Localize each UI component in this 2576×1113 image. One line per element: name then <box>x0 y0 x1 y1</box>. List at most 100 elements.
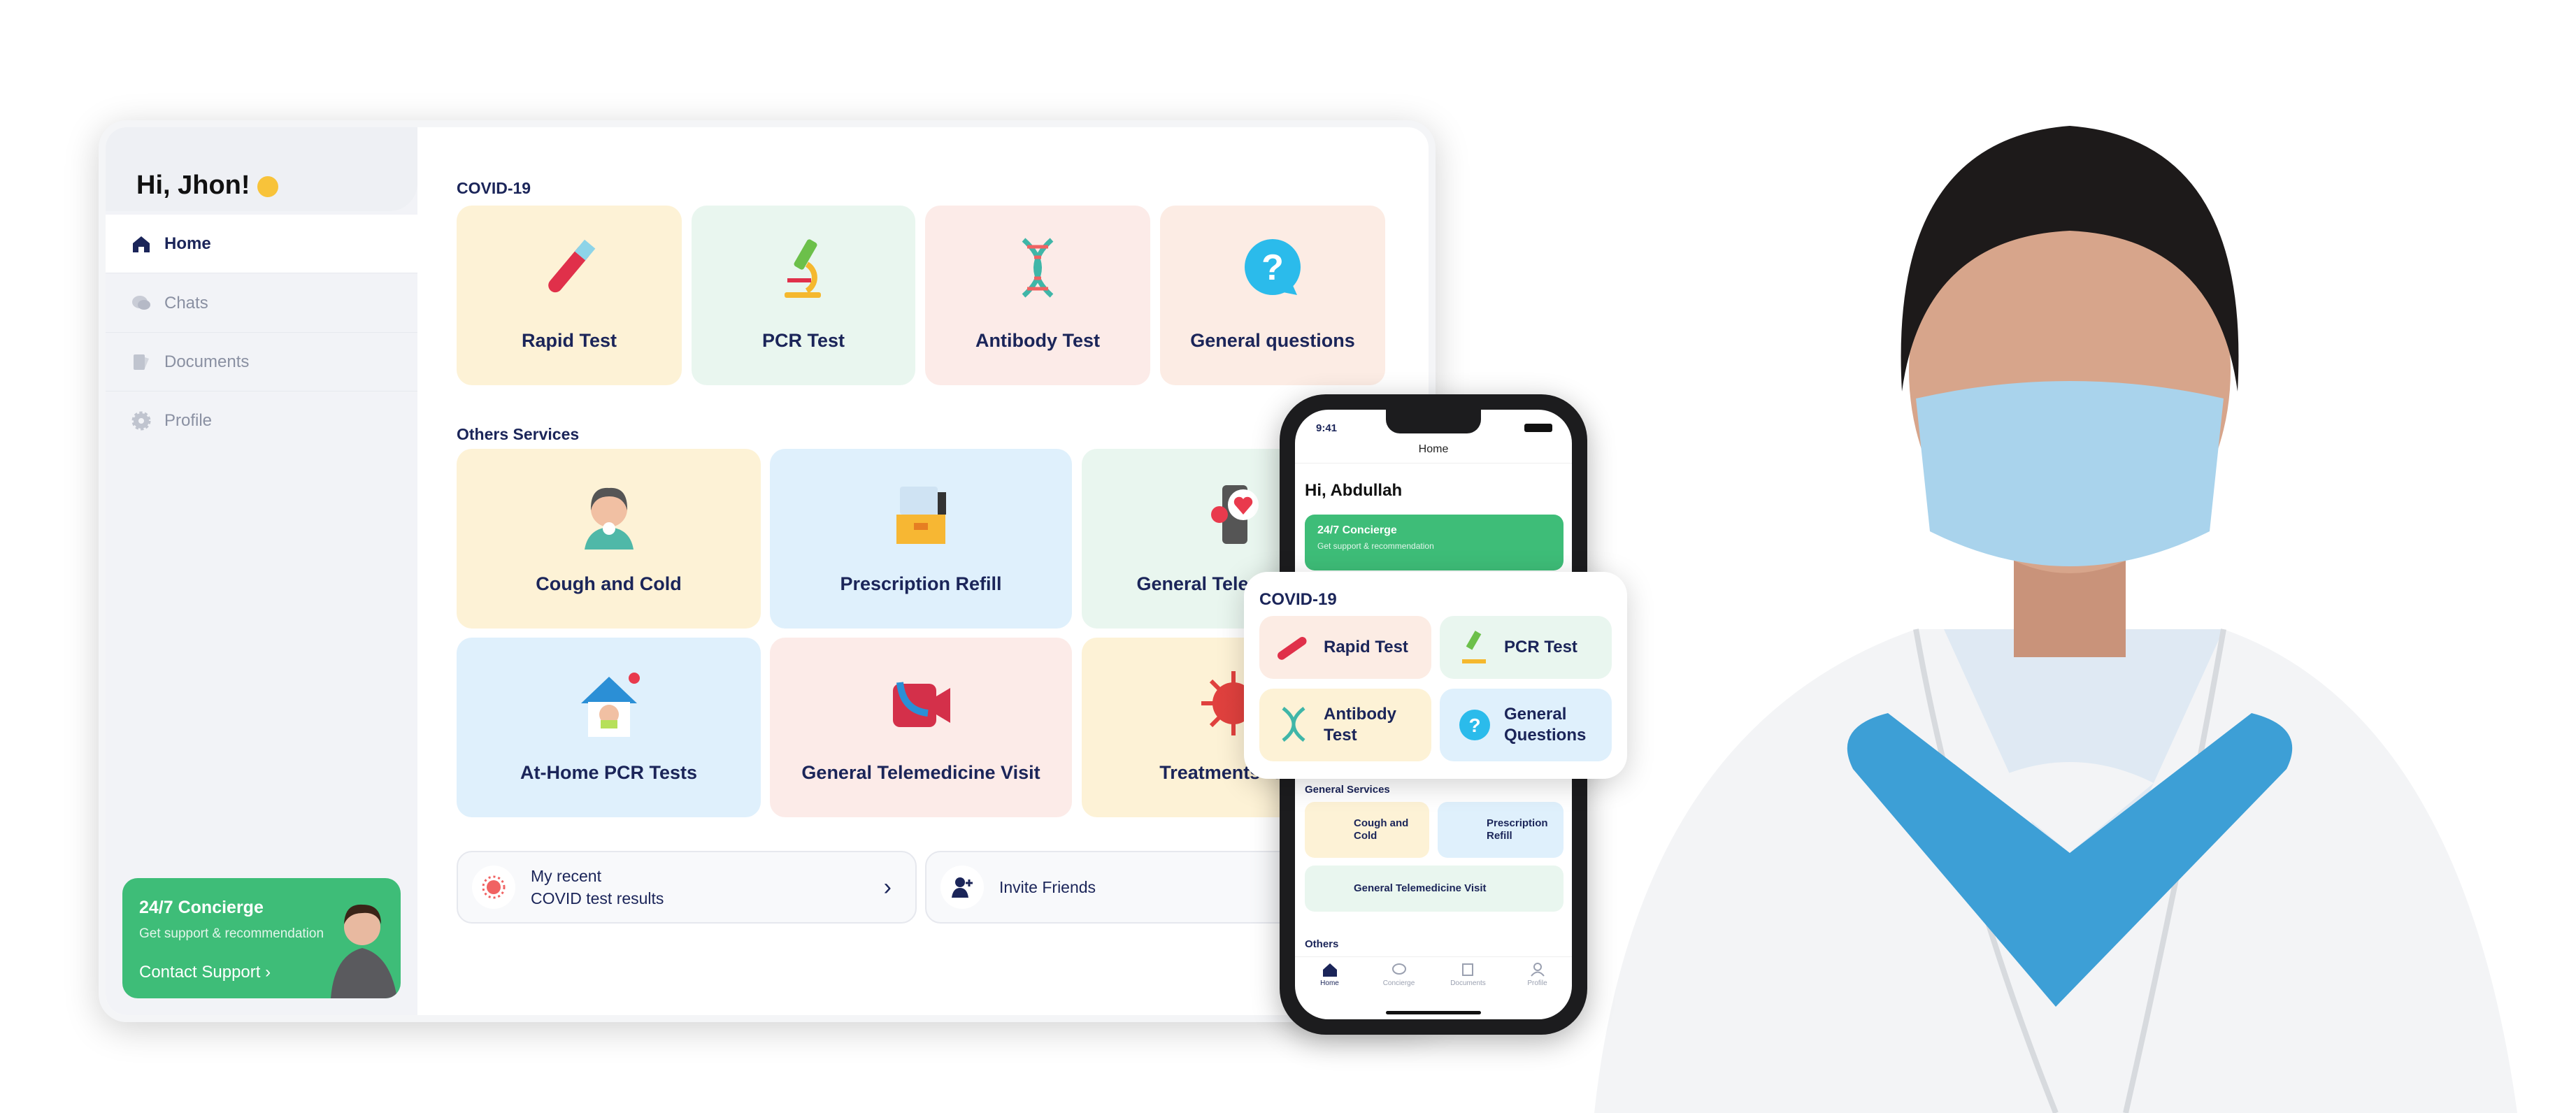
tab-home[interactable]: Home <box>1302 963 1358 1001</box>
telemedicine-visit-card[interactable]: General Telemedicine Visit <box>770 638 1072 817</box>
question-icon: ? <box>1245 239 1301 295</box>
chevron-right-icon: › <box>883 873 892 900</box>
card-label: General Telemedicine Visit <box>1354 882 1487 894</box>
general-services-title: General Services <box>1305 784 1390 796</box>
home-test-icon <box>580 673 640 737</box>
tab-bar: Home Concierge Documents Profile <box>1295 956 1572 1001</box>
phone-greeting: Hi, Abdullah <box>1305 481 1403 500</box>
home-indicator <box>1386 1011 1481 1014</box>
card-label: Prescription Refill <box>1487 817 1548 842</box>
sidebar-item-chats[interactable]: Chats <box>106 274 417 333</box>
tab-label: Home <box>1320 979 1339 987</box>
greeting-text: Hi, Jhon! <box>136 171 250 200</box>
card-label: PCR Test <box>761 330 845 351</box>
popup-general-questions[interactable]: ? General Questions <box>1440 689 1612 761</box>
prescription-refill-card[interactable]: Prescription Refill <box>770 449 1072 629</box>
concierge-title: 24/7 Concierge <box>1317 524 1397 536</box>
gear-icon <box>131 411 151 431</box>
sick-person-icon <box>584 487 634 550</box>
nav-label: Home <box>164 234 211 253</box>
card-label: Cough and Cold <box>536 573 682 594</box>
phone-telemedicine-visit[interactable]: General Telemedicine Visit <box>1305 866 1564 912</box>
profile-icon <box>1530 963 1545 977</box>
recent-covid-results-button[interactable]: My recent COVID test results › <box>457 851 917 924</box>
card-label: General questions <box>1190 330 1355 351</box>
sidebar-item-documents[interactable]: Documents <box>106 333 417 392</box>
phone-title: Home <box>1295 443 1572 464</box>
others-title: Others <box>1305 938 1339 950</box>
tab-label: Documents <box>1450 979 1486 987</box>
video-call-icon <box>893 682 950 727</box>
home-icon <box>1322 963 1337 977</box>
phone-heart-icon <box>1211 485 1259 544</box>
card-label: At-Home PCR Tests <box>520 762 698 783</box>
concierge-subtitle: Get support & recommendation <box>1317 541 1434 551</box>
svg-text:?: ? <box>1261 247 1284 288</box>
home-icon <box>133 236 150 252</box>
antibody-test-card[interactable]: Antibody Test <box>925 206 1150 385</box>
recent-line1: My recent <box>531 867 601 885</box>
others-section-title: Others Services <box>457 425 580 443</box>
covid-section-title: COVID-19 <box>457 179 531 197</box>
microscope-icon <box>785 239 821 298</box>
phone-cough-cold[interactable]: Cough and Cold <box>1305 802 1429 858</box>
question-icon: ? <box>1459 710 1490 740</box>
microscope-icon <box>1462 631 1486 663</box>
popup-rapid-test[interactable]: Rapid Test <box>1259 616 1431 679</box>
tab-label: Concierge <box>1382 979 1415 987</box>
phone-concierge-card[interactable]: 24/7 Concierge Get support & recommendati… <box>1305 515 1564 570</box>
popup-pcr-test[interactable]: PCR Test <box>1440 616 1612 679</box>
general-questions-card[interactable]: ? General questions <box>1160 206 1385 385</box>
concierge-card[interactable]: 24/7 Concierge Get support & recommendat… <box>122 878 401 998</box>
add-user-icon <box>940 866 984 909</box>
covid-popup: COVID-19 Rapid Test PCR Test Antibody Te… <box>1244 572 1627 779</box>
doctor-photo <box>1594 126 2517 1113</box>
tab-label: Profile <box>1527 979 1547 987</box>
status-time: 9:41 <box>1316 422 1338 434</box>
nav-label: Chats <box>164 293 208 313</box>
chevron-right-icon: › <box>265 963 271 982</box>
card-label: PCR Test <box>1504 638 1577 656</box>
invite-label: Invite Friends <box>999 877 1096 896</box>
chat-icon <box>1391 963 1406 975</box>
rapid-test-card[interactable]: Rapid Test <box>457 206 682 385</box>
greeting: Hi, Jhon! <box>106 127 417 211</box>
contact-support-label: Contact Support <box>139 963 261 982</box>
document-icon <box>134 354 149 370</box>
nav-label: Documents <box>164 352 250 371</box>
sidebar-item-home[interactable]: Home <box>106 215 417 273</box>
svg-text:?: ? <box>1468 715 1480 736</box>
nav-label: Profile <box>164 411 213 430</box>
card-label: General Questions <box>1504 705 1587 745</box>
smile-emoji-icon <box>257 175 279 197</box>
dna-icon <box>1022 238 1054 298</box>
pcr-test-card[interactable]: PCR Test <box>692 206 915 385</box>
test-tube-icon <box>548 239 596 293</box>
sidebar: Hi, Jhon! Home Chats Documents Profile 2… <box>106 127 417 1015</box>
tab-profile[interactable]: Profile <box>1510 963 1566 1001</box>
card-label: Rapid Test <box>1324 638 1408 656</box>
tablet-app: Hi, Jhon! Home Chats Documents Profile 2… <box>99 120 1436 1022</box>
battery-icon <box>1524 424 1552 432</box>
tab-documents[interactable]: Documents <box>1440 963 1496 1001</box>
chat-icon <box>132 295 150 310</box>
phone-prescription-refill[interactable]: Prescription Refill <box>1438 802 1564 858</box>
document-icon <box>1461 963 1473 976</box>
card-label: Antibody Test <box>1324 705 1396 745</box>
card-label: Antibody Test <box>975 330 1100 351</box>
agent-photo <box>331 904 397 998</box>
card-label: Cough and Cold <box>1354 817 1409 842</box>
popup-antibody-test[interactable]: Antibody Test <box>1259 689 1431 761</box>
dna-icon <box>1282 707 1305 742</box>
cough-cold-card[interactable]: Cough and Cold <box>457 449 761 629</box>
card-label: Rapid Test <box>521 330 617 351</box>
virus-icon <box>472 866 515 909</box>
test-tube-icon <box>1278 637 1307 660</box>
at-home-pcr-card[interactable]: At-Home PCR Tests <box>457 638 761 817</box>
popup-covid-title: COVID-19 <box>1259 590 1337 609</box>
sidebar-item-profile[interactable]: Profile <box>106 392 417 450</box>
pill-box-icon <box>896 487 946 544</box>
card-label: Prescription Refill <box>840 573 1002 594</box>
tab-concierge[interactable]: Concierge <box>1371 963 1427 1001</box>
recent-line2: COVID test results <box>531 889 664 907</box>
